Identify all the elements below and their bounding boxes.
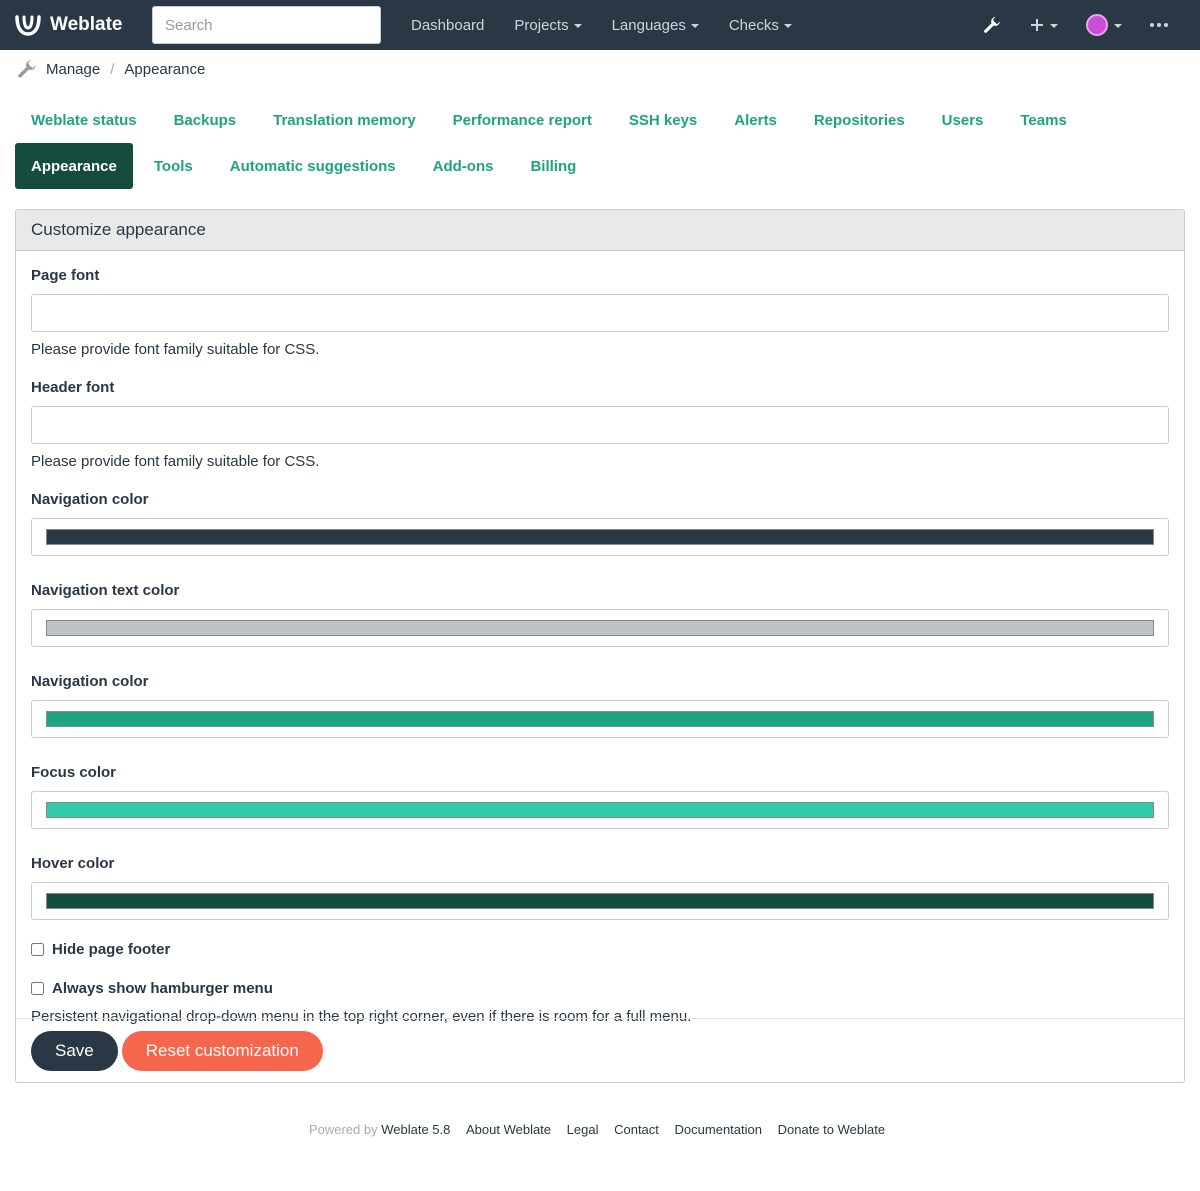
tab-users[interactable]: Users (926, 97, 1000, 143)
hover-color-picker[interactable] (31, 882, 1169, 920)
navigation-color-picker[interactable] (31, 518, 1169, 556)
save-button[interactable]: Save (31, 1030, 118, 1071)
hover-color-group: Hover color (31, 855, 1169, 920)
powered-by-text: Powered by (308, 1122, 378, 1137)
caret-down-icon (573, 24, 582, 28)
more-menu-button[interactable] (1136, 23, 1182, 27)
search-input[interactable] (152, 6, 381, 44)
hamburger-checkbox[interactable] (31, 981, 44, 995)
nav-projects[interactable]: Projects (499, 17, 596, 34)
tab-weblate-status[interactable]: Weblate status (15, 97, 153, 143)
breadcrumb-manage[interactable]: Manage (46, 61, 100, 78)
navigation-text-color-picker[interactable] (31, 609, 1169, 647)
page-font-group: Page font Please provide font family sui… (31, 267, 1169, 359)
header-font-input[interactable] (31, 406, 1169, 444)
reset-customization-button[interactable]: Reset customization (121, 1030, 323, 1071)
header-font-group: Header font Please provide font family s… (31, 379, 1169, 471)
hide-footer-label[interactable]: Hide page footer (52, 941, 170, 958)
tab-repositories[interactable]: Repositories (798, 97, 921, 143)
weblate-logo-icon (15, 15, 41, 36)
caret-down-icon (783, 24, 792, 28)
nav-dashboard-label: Dashboard (411, 16, 485, 34)
tab-backups[interactable]: Backups (158, 97, 253, 143)
footer-link-about[interactable]: About Weblate (466, 1122, 551, 1137)
page-font-help: Please provide font family suitable for … (31, 341, 320, 358)
add-menu-button[interactable] (1016, 18, 1072, 32)
manage-button[interactable] (968, 15, 1016, 35)
header-font-label: Header font (31, 379, 115, 396)
breadcrumb: Manage / Appearance (0, 50, 1200, 88)
tab-translation-memory[interactable]: Translation memory (257, 97, 432, 143)
footer-link-donate[interactable]: Donate to Weblate (778, 1122, 885, 1137)
caret-down-icon (690, 24, 699, 28)
footer-link-documentation[interactable]: Documentation (675, 1122, 762, 1137)
brand[interactable]: Weblate (14, 13, 123, 37)
hover-color-label: Hover color (31, 855, 115, 872)
focus-color-group: Focus color (31, 764, 1169, 829)
brand-name: Weblate (50, 14, 123, 35)
nav-projects-label: Projects (514, 16, 569, 34)
main-nav: Dashboard Projects Languages Checks (396, 0, 807, 50)
caret-down-icon (1114, 24, 1122, 28)
customize-appearance-panel: Customize appearance Page font Please pr… (15, 209, 1185, 1083)
tab-tools[interactable]: Tools (138, 143, 209, 189)
footer-link-weblate-version[interactable]: Weblate 5.8 (381, 1122, 450, 1137)
focus-color-picker[interactable] (31, 791, 1169, 829)
tab-teams[interactable]: Teams (1004, 97, 1082, 143)
nav-dashboard[interactable]: Dashboard (396, 17, 499, 34)
page-font-input[interactable] (31, 294, 1169, 332)
hide-footer-checkbox[interactable] (31, 942, 44, 956)
navigation-color-2-picker[interactable] (31, 700, 1169, 738)
hide-footer-row: Hide page footer (31, 940, 1169, 958)
user-menu-button[interactable] (1072, 14, 1136, 36)
navigation-color-group: Navigation color (31, 491, 1169, 556)
breadcrumb-separator: / (110, 60, 115, 78)
header-font-help: Please provide font family suitable for … (31, 453, 320, 470)
tab-billing[interactable]: Billing (514, 143, 592, 189)
panel-footer: Save Reset customization (16, 1018, 1184, 1082)
tab-alerts[interactable]: Alerts (718, 97, 793, 143)
color-swatch (46, 893, 1154, 909)
manage-tabs: Weblate status Backups Translation memor… (0, 88, 1200, 189)
top-navbar: Weblate Dashboard Projects Languages Che… (0, 0, 1200, 50)
plus-icon (1031, 19, 1043, 31)
caret-down-icon (1050, 24, 1058, 28)
tab-add-ons[interactable]: Add-ons (417, 143, 510, 189)
tab-performance-report[interactable]: Performance report (437, 97, 608, 143)
navigation-color-2-label: Navigation color (31, 673, 149, 690)
tab-automatic-suggestions[interactable]: Automatic suggestions (214, 143, 412, 189)
more-dots-icon (1150, 23, 1168, 27)
nav-checks[interactable]: Checks (714, 17, 807, 34)
nav-right (968, 0, 1182, 50)
site-footer: Powered by Weblate 5.8 About Weblate Leg… (0, 1122, 1200, 1137)
navigation-text-color-label: Navigation text color (31, 582, 180, 599)
page-font-label: Page font (31, 267, 100, 284)
panel-title: Customize appearance (16, 210, 1184, 251)
wrench-icon (984, 17, 1000, 33)
breadcrumb-appearance[interactable]: Appearance (124, 61, 205, 78)
footer-link-legal[interactable]: Legal (567, 1122, 599, 1137)
color-swatch (46, 529, 1154, 545)
footer-link-contact[interactable]: Contact (614, 1122, 659, 1137)
hamburger-row: Always show hamburger menu (31, 979, 1169, 997)
navigation-text-color-group: Navigation text color (31, 582, 1169, 647)
color-swatch (46, 620, 1154, 636)
nav-checks-label: Checks (728, 16, 779, 34)
focus-color-label: Focus color (31, 764, 117, 781)
nav-languages[interactable]: Languages (597, 17, 714, 34)
color-swatch (46, 802, 1154, 818)
tab-appearance[interactable]: Appearance (15, 143, 133, 189)
navigation-color-label: Navigation color (31, 491, 149, 508)
avatar (1086, 14, 1108, 36)
navigation-color-2-group: Navigation color (31, 673, 1169, 738)
tab-ssh-keys[interactable]: SSH keys (613, 97, 713, 143)
hamburger-label[interactable]: Always show hamburger menu (52, 980, 273, 997)
wrench-icon (18, 60, 36, 78)
nav-languages-label: Languages (611, 16, 686, 34)
color-swatch (46, 711, 1154, 727)
